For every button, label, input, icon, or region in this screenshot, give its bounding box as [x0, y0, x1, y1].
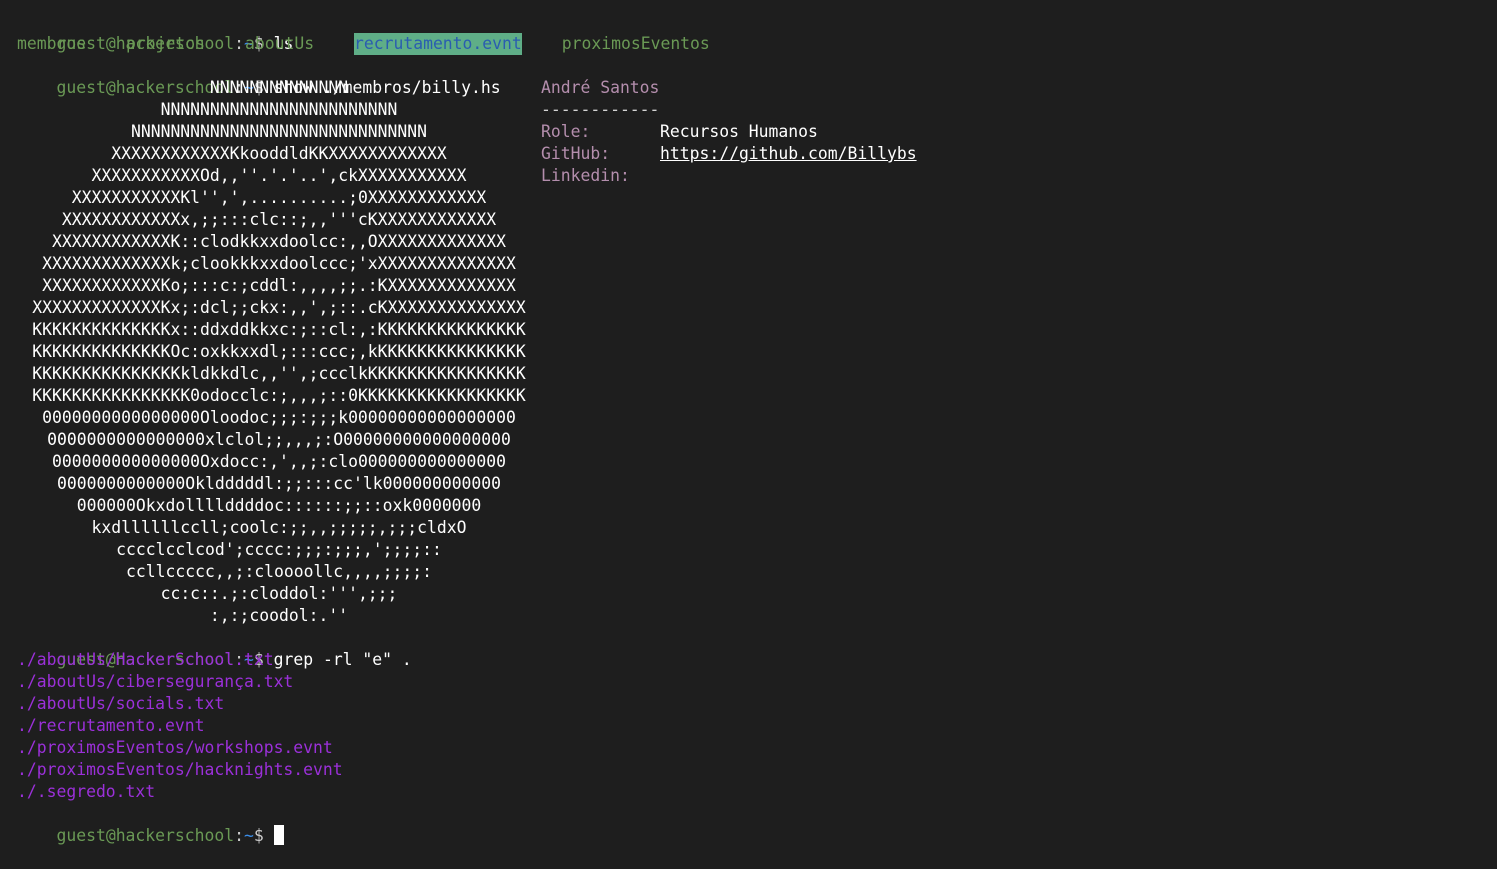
terminal[interactable]: guest@hackerschool:~$ ls membros projetos… [17, 11, 1487, 845]
ascii-art-row: 0000000000000000xlclol;;,,,;:O0000000000… [47, 430, 511, 449]
ascii-art-row: KKKKKKKKKKKKKKOc:oxkkxxdl;:::ccc;,kKKKKK… [32, 342, 526, 361]
text-cursor[interactable] [273, 825, 284, 845]
ls-item-aboutus[interactable]: aboutUs [245, 33, 354, 55]
role-value: Recursos Humanos [660, 122, 818, 141]
grep-result: ./recrutamento.evnt [17, 716, 205, 735]
ascii-art-row: KKKKKKKKKKKKKKx::ddxddkkxc:;::cl:,:KKKKK… [32, 320, 526, 339]
ls-output: membros projetos aboutUs recrutamento.evnt p… [17, 33, 1487, 55]
ascii-art-row: 0000000000000000Oloodoc;;;:;;;k000000000… [42, 408, 516, 427]
ascii-art-row: KKKKKKKKKKKKKKKkldkkdlc,,'',;ccclkKKKKKK… [32, 364, 526, 383]
ascii-art-row: XXXXXXXXXXXXXk;clookkkxxdoolccc;'xXXXXXX… [42, 254, 516, 273]
github-key: GitHub: [541, 144, 611, 163]
grep-result: ./.segredo.txt [17, 782, 156, 801]
ascii-art-row: KKKKKKKKKKKKKKKK0odocclc:;,,,;::0KKKKKKK… [32, 386, 526, 405]
prompt-line-grep: guest@hackerschool:~$ grep -rl "e" . [17, 627, 1487, 669]
prompt-line-ls: guest@hackerschool:~$ ls [17, 11, 1487, 53]
linkedin-key: Linkedin: [541, 166, 630, 185]
ascii-art-row: 000000Okxdollllddddoc::::::;;::oxk000000… [76, 496, 482, 515]
ascii-art-row: 0000000000000Okldddddl:;;:::cc'lk0000000… [56, 474, 502, 493]
ascii-art-row: NNNNNNNNNNNNNNNNNNNNNNNNNNNNNN [130, 122, 428, 141]
grep-result: ./aboutUs/socials.txt [17, 694, 225, 713]
prompt-line-show: guest@hackerschool:~$ show ./membros/bil… [17, 55, 1487, 97]
ascii-art-row: 000000000000000Oxdocc:,',,;:clo000000000… [52, 452, 506, 471]
ascii-art-row: XXXXXXXXXXXXXKx;:dcl;;ckx:,,',;::.cKXXXX… [32, 298, 526, 317]
ascii-art-block: NNNNNNNNNNNNNN André Santos NNNNNNNNNNNNN… [17, 77, 1487, 627]
ascii-art-row: NNNNNNNNNNNNNNNNNNNNNNNN [160, 100, 398, 119]
prompt-line-active[interactable]: guest@hackerschool:~$ [17, 803, 1487, 845]
ls-item-recrutamento[interactable]: recrutamento.evnt [354, 33, 522, 55]
ascii-art-row: XXXXXXXXXXXOd,,''.'.'..',ckXXXXXXXXXXX [91, 166, 467, 185]
command-grep: grep -rl "e" . [273, 650, 412, 669]
grep-result: ./proximosEventos/hacknights.evnt [17, 760, 343, 779]
ascii-art-row: XXXXXXXXXXXXx,;;:::clc::;,,'''cKXXXXXXXX… [61, 210, 497, 229]
ls-item-membros[interactable]: membros [17, 33, 126, 55]
member-name: André Santos [541, 78, 660, 97]
ascii-art-row: NNNNNNNNNNNNNN [209, 78, 349, 97]
ls-item-projetos[interactable]: projetos [126, 33, 245, 55]
ascii-art-row: XXXXXXXXXXXKl'',',..........;0XXXXXXXXXX… [71, 188, 487, 207]
ascii-art-row: XXXXXXXXXXXXKo;:::c:;cddl:,,,,;;.:KXXXXX… [42, 276, 516, 295]
grep-result: ./aboutUs/HackerSchool.txt [17, 650, 274, 669]
ls-item-proximoseventos[interactable]: proximosEventos [562, 33, 710, 55]
ascii-art-row: ccllccccc,,;:cloooollc,,,,;;;;: [126, 562, 432, 581]
ascii-art-row: :,:;coodol:.'' [209, 606, 349, 625]
grep-output: ./aboutUs/HackerSchool.txt ./aboutUs/cib… [17, 649, 1487, 803]
github-link[interactable]: https://github.com/Billybs [660, 144, 917, 163]
ascii-art-row: XXXXXXXXXXXXK::clodkkxxdoolcc:,,OXXXXXXX… [52, 232, 506, 251]
member-separator: ------------ [541, 100, 660, 119]
grep-result: ./proximosEventos/workshops.evnt [17, 738, 333, 757]
ascii-art-row: cccclcclcod';cccc:;;;:;;;,';;;;:: [116, 540, 442, 559]
grep-result: ./aboutUs/cibersegurança.txt [17, 672, 294, 691]
ascii-art-row: kxdllllllccll;coolc:;;,,;;;;;,;;;cldxO [91, 518, 467, 537]
ascii-art-row: XXXXXXXXXXXXKkooddldKKXXXXXXXXXXXX [111, 144, 447, 163]
role-key: Role: [541, 122, 591, 141]
ascii-art-row: cc:c::.;:cloddol:''',;;; [160, 584, 398, 603]
